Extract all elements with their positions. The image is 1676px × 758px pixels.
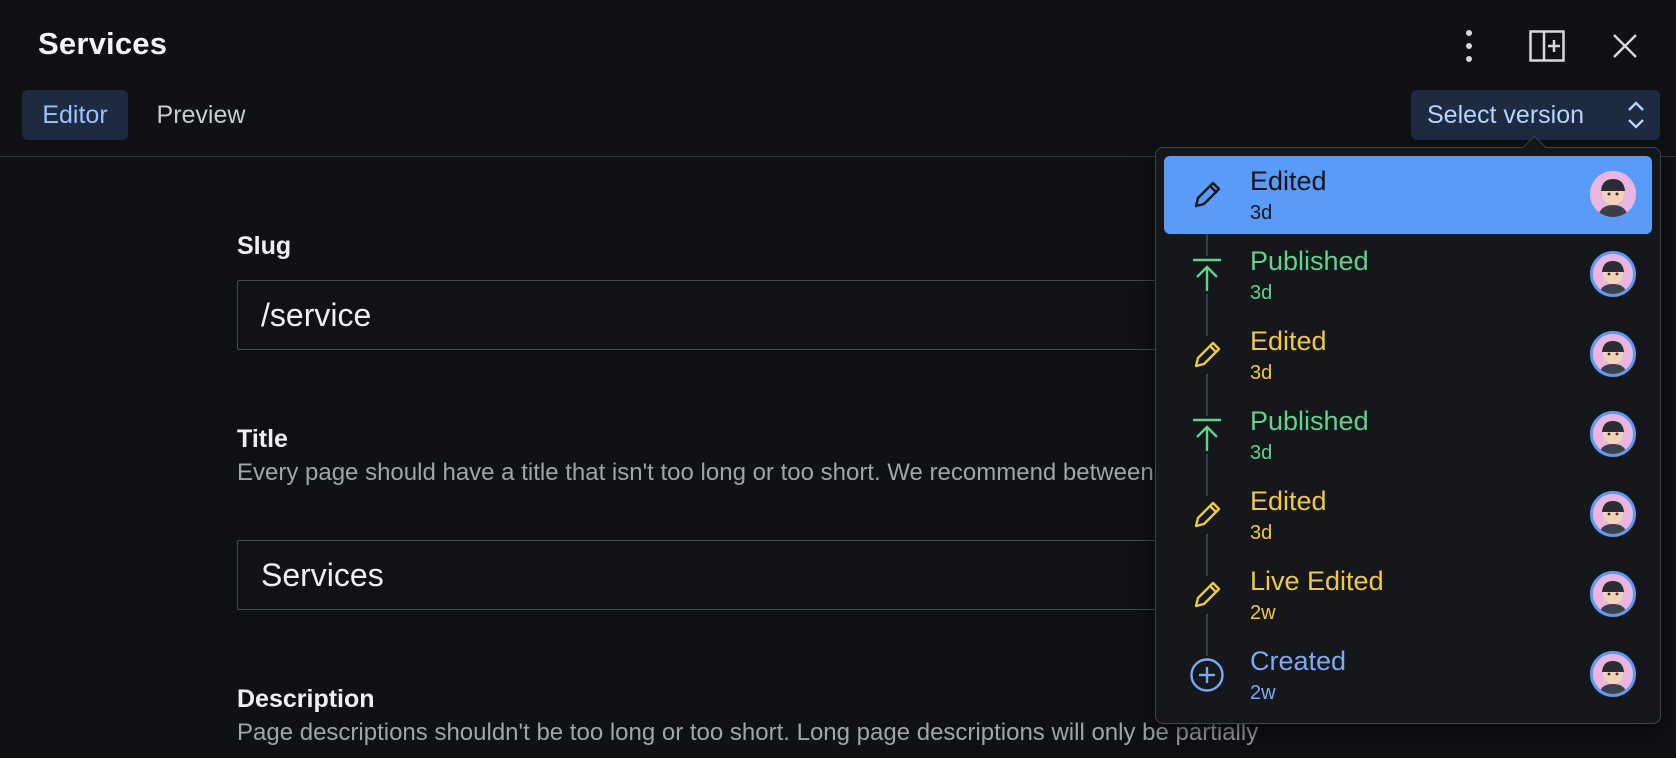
select-version-label: Select version — [1427, 100, 1585, 129]
avatar — [1590, 411, 1636, 457]
chevron-up-down-icon — [1626, 99, 1646, 138]
version-item-published[interactable]: Published 3d — [1164, 236, 1652, 314]
version-item-label: Edited — [1250, 326, 1327, 356]
document-pane: Services Editor Preview Select version S… — [0, 0, 1676, 758]
version-item-label: Edited — [1250, 166, 1327, 196]
version-item-label: Published — [1250, 246, 1369, 276]
avatar — [1590, 491, 1636, 537]
add-circle-icon — [1188, 656, 1226, 694]
publish-arrow-icon — [1188, 256, 1226, 294]
avatar — [1590, 331, 1636, 377]
pencil-icon — [1188, 576, 1226, 614]
version-item-published[interactable]: Published 3d — [1164, 396, 1652, 474]
version-item-time: 3d — [1250, 362, 1273, 384]
version-item-label: Published — [1250, 406, 1369, 436]
version-item-time: 3d — [1250, 442, 1273, 464]
pencil-icon — [1188, 336, 1226, 374]
avatar — [1590, 171, 1636, 217]
close-icon — [1611, 32, 1639, 60]
version-item-edited[interactable]: Edited 3d — [1164, 316, 1652, 394]
avatar — [1590, 571, 1636, 617]
version-item-label: Edited — [1250, 486, 1327, 516]
more-vertical-icon — [1464, 29, 1474, 63]
version-item-time: 3d — [1250, 522, 1273, 544]
pencil-icon — [1188, 176, 1226, 214]
avatar — [1590, 651, 1636, 697]
pane-title: Services — [38, 26, 168, 61]
close-pane-button[interactable] — [1605, 26, 1645, 66]
split-pane-add-icon — [1529, 30, 1565, 62]
version-item-time: 2w — [1250, 602, 1276, 624]
version-item-edited-selected[interactable]: Edited 3d — [1164, 156, 1652, 234]
select-version-button[interactable]: Select version — [1411, 90, 1660, 140]
more-menu-button[interactable] — [1449, 26, 1489, 66]
title-label: Title — [237, 425, 288, 453]
slug-label: Slug — [237, 232, 292, 260]
version-item-edited[interactable]: Edited 3d — [1164, 476, 1652, 554]
avatar — [1590, 251, 1636, 297]
description-label: Description — [237, 685, 375, 713]
version-item-label: Live Edited — [1250, 566, 1384, 596]
version-item-time: 3d — [1250, 282, 1273, 304]
tab-preview[interactable]: Preview — [134, 90, 268, 140]
version-item-label: Created — [1250, 646, 1347, 676]
version-item-time: 3d — [1250, 202, 1273, 224]
version-item-time: 2w — [1250, 682, 1276, 704]
version-item-live-edited[interactable]: Live Edited 2w — [1164, 556, 1652, 634]
pencil-icon — [1188, 496, 1226, 534]
version-item-created[interactable]: Created 2w — [1164, 636, 1652, 714]
split-pane-button[interactable] — [1527, 26, 1567, 66]
publish-arrow-icon — [1188, 416, 1226, 454]
tab-editor[interactable]: Editor — [22, 90, 128, 140]
